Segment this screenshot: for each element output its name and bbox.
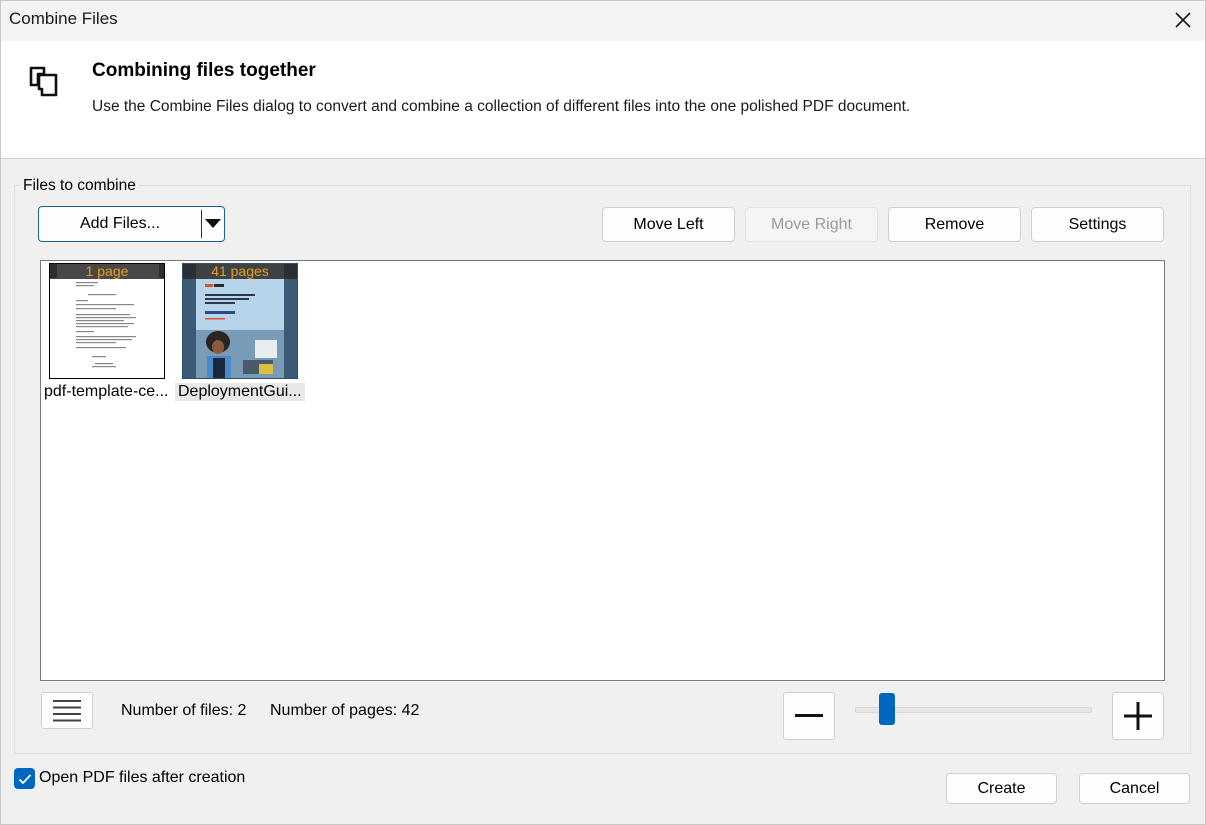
minus-icon bbox=[795, 714, 823, 717]
move-left-button[interactable]: Move Left bbox=[602, 207, 735, 242]
file-thumbnail[interactable]: 1 page bbox=[49, 263, 165, 379]
header-title: Combining files together bbox=[92, 60, 316, 81]
zoom-in-button[interactable] bbox=[1112, 692, 1164, 740]
open-after-creation-checkbox[interactable] bbox=[14, 768, 35, 789]
file-name-label: DeploymentGui... bbox=[175, 383, 305, 401]
header-description: Use the Combine Files dialog to convert … bbox=[92, 98, 911, 115]
combine-files-dialog: Combine Files Combining files together U… bbox=[0, 0, 1206, 825]
add-files-split-button[interactable]: Add Files... bbox=[38, 206, 225, 242]
document-preview bbox=[183, 264, 297, 378]
group-label: Files to combine bbox=[20, 177, 139, 195]
file-thumbnail[interactable]: 41 pages bbox=[182, 263, 298, 379]
remove-button[interactable]: Remove bbox=[888, 207, 1021, 242]
file-count-text: Number of files: 2 bbox=[121, 702, 247, 719]
file-name-label: pdf-template-ce... bbox=[44, 383, 169, 400]
dialog-header: Combining files together Use the Combine… bbox=[1, 41, 1205, 159]
document-preview bbox=[50, 264, 164, 378]
page-count-text: Number of pages: 42 bbox=[270, 702, 420, 719]
move-right-button[interactable]: Move Right bbox=[745, 207, 878, 242]
page-count-badge: 41 pages bbox=[183, 264, 297, 279]
title-bar: Combine Files bbox=[1, 1, 1205, 41]
add-files-button[interactable]: Add Files... bbox=[39, 207, 201, 241]
window-title: Combine Files bbox=[9, 9, 118, 28]
page-count-badge: 1 page bbox=[50, 264, 164, 279]
zoom-out-button[interactable] bbox=[783, 692, 835, 740]
open-after-creation-label[interactable]: Open PDF files after creation bbox=[39, 769, 245, 787]
list-view-button[interactable] bbox=[41, 692, 93, 729]
list-icon bbox=[53, 699, 81, 721]
close-icon bbox=[1175, 12, 1191, 28]
create-button[interactable]: Create bbox=[946, 773, 1057, 804]
caret-down-icon bbox=[205, 219, 221, 228]
add-files-dropdown[interactable] bbox=[202, 207, 224, 241]
checkmark-icon bbox=[18, 773, 31, 784]
plus-icon bbox=[1124, 702, 1152, 730]
cancel-button[interactable]: Cancel bbox=[1079, 773, 1190, 804]
file-list[interactable]: 1 page 41 pages pdf-template-ce... Deplo… bbox=[40, 260, 1165, 681]
settings-button[interactable]: Settings bbox=[1031, 207, 1164, 242]
combine-files-icon bbox=[29, 66, 58, 97]
close-button[interactable] bbox=[1167, 5, 1199, 35]
zoom-slider-thumb[interactable] bbox=[879, 693, 895, 725]
